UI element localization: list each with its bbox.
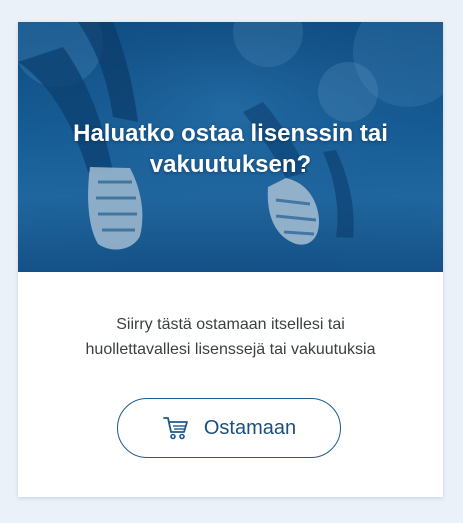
buy-button[interactable]: Ostamaan xyxy=(117,398,341,458)
card-body: Siirry tästä ostamaan itsellesi tai huol… xyxy=(18,272,443,497)
description-line-1: Siirry tästä ostamaan itsellesi tai xyxy=(116,316,345,333)
buy-button-label: Ostamaan xyxy=(203,416,297,439)
card-title: Haluatko ostaa lisenssin tai vakuutuksen… xyxy=(73,120,388,178)
card-description: Siirry tästä ostamaan itsellesi tai huol… xyxy=(48,312,413,362)
hero-image: Haluatko ostaa lisenssin tai vakuutuksen… xyxy=(18,22,443,272)
shopping-cart-icon xyxy=(162,415,190,441)
license-promo-card: Haluatko ostaa lisenssin tai vakuutuksen… xyxy=(18,22,443,497)
description-line-2: huollettavallesi lisenssejä tai vakuutuk… xyxy=(85,341,376,358)
